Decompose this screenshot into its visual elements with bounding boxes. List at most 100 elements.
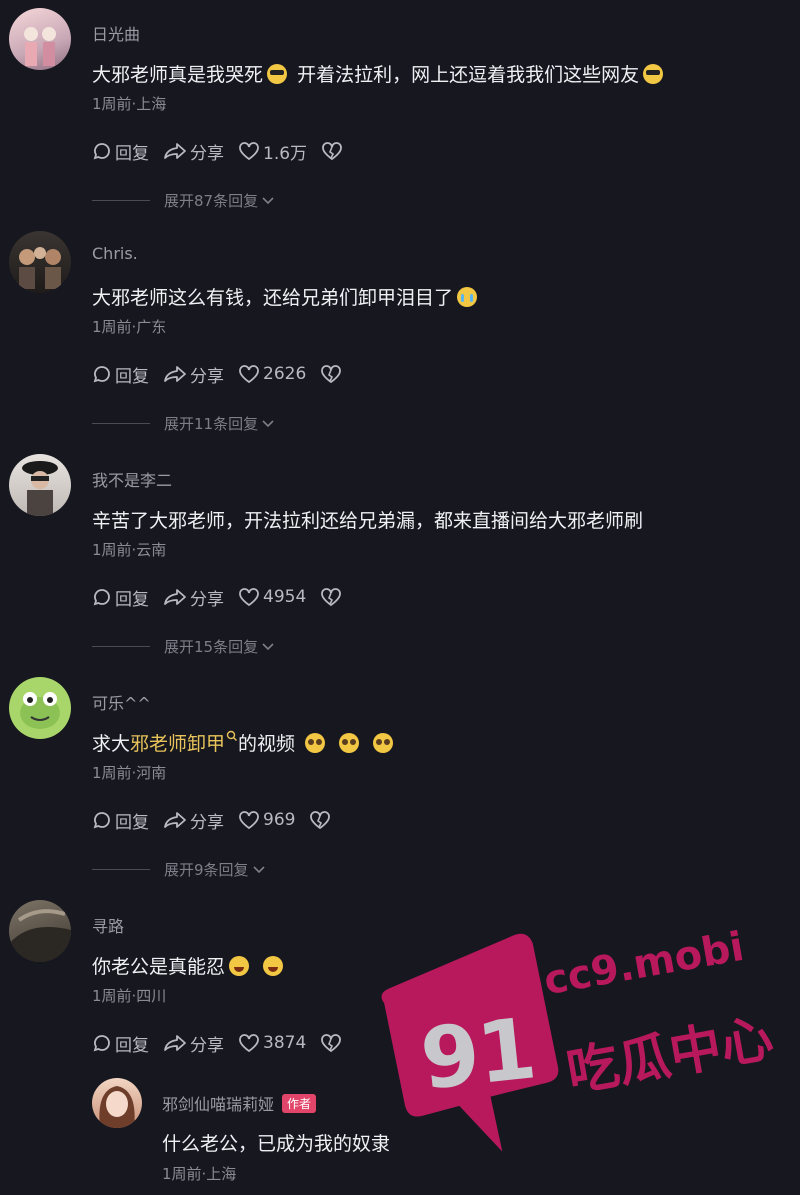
share-button[interactable]: 分享 — [163, 1031, 224, 1056]
comment-actions: 回复 分享 3874 — [92, 1031, 359, 1056]
comment-bubble-icon — [93, 589, 110, 606]
avatar[interactable] — [9, 454, 71, 516]
dislike-button[interactable] — [320, 364, 345, 384]
watermark-logo: 91 cc9.mobi 吃瓜中心 — [375, 905, 795, 1165]
avatar-image — [99, 1086, 135, 1128]
pleading-emoji-icon — [373, 733, 394, 753]
share-label: 分享 — [190, 143, 224, 164]
like-count: 1.6万 — [263, 143, 308, 164]
expand-replies-button[interactable]: 展开87条回复 — [92, 190, 275, 211]
reply-label: 回复 — [115, 1035, 149, 1056]
comment-text: 求大邪老师卸甲 的视频 — [92, 729, 397, 756]
expand-replies-button[interactable]: 展开15条回复 — [92, 636, 275, 657]
broken-heart-icon — [321, 588, 342, 607]
reply-label: 回复 — [115, 143, 149, 164]
heart-icon — [239, 588, 259, 607]
share-arrow-icon — [164, 589, 186, 605]
expand-label: 展开11条回复 — [164, 415, 259, 433]
share-label: 分享 — [190, 589, 224, 610]
like-button[interactable]: 4954 — [238, 587, 306, 607]
expand-replies-button[interactable]: 展开11条回复 — [92, 413, 275, 434]
like-count: 4954 — [263, 587, 307, 607]
comment-meta: 1周前·广东 — [92, 318, 167, 336]
reply-button[interactable]: 回复 — [92, 585, 149, 610]
comment-text-part: 辛苦了大邪老师，开法拉利还给兄弟漏，都来直播间给大邪老师刷 — [92, 510, 644, 532]
comment-username[interactable]: 寻路 — [92, 913, 124, 937]
dislike-button[interactable] — [320, 1033, 345, 1053]
like-button[interactable]: 969 — [238, 810, 295, 830]
expand-replies-button[interactable]: 展开9条回复 — [92, 859, 266, 880]
sunglasses-emoji-icon — [267, 64, 288, 84]
comment-username[interactable]: 日光曲 — [92, 21, 140, 45]
share-arrow-icon — [164, 812, 186, 828]
share-button[interactable]: 分享 — [163, 139, 224, 164]
heart-icon — [239, 811, 259, 830]
comment-actions: 回复 分享 4954 — [92, 585, 359, 610]
expand-label: 展开15条回复 — [164, 638, 259, 656]
crying-emoji-icon — [457, 287, 478, 307]
share-label: 分享 — [190, 1035, 224, 1056]
comment-text: 大邪老师这么有钱，还给兄弟们卸甲泪目了 — [92, 283, 481, 310]
share-arrow-icon — [164, 143, 186, 159]
chevron-down-icon — [252, 865, 265, 873]
reply-username[interactable]: 邪剑仙喵瑞莉娅 作者 — [162, 1091, 317, 1115]
avatar[interactable] — [9, 231, 71, 293]
comment-actions: 回复 分享 1.6万 — [92, 139, 360, 164]
chevron-down-icon — [262, 419, 274, 427]
highlighted-text: 邪老师卸甲 — [130, 733, 226, 755]
comment-username[interactable]: 可乐^^ — [92, 690, 151, 714]
like-button[interactable]: 1.6万 — [238, 139, 307, 164]
chevron-down-icon — [262, 196, 274, 204]
avatar[interactable] — [9, 8, 71, 70]
laughing-tears-emoji-icon — [229, 956, 250, 976]
comment-bubble-icon — [93, 366, 110, 383]
avatar[interactable] — [92, 1078, 142, 1128]
comment-bubble-icon — [93, 1035, 110, 1052]
comment-text: 你老公是真能忍 — [92, 952, 287, 979]
divider — [92, 646, 150, 647]
comment-meta: 1周前·河南 — [92, 764, 167, 782]
search-icon — [226, 730, 238, 741]
comment-text-part: 大邪老师真是我哭死 — [92, 64, 264, 86]
heart-icon — [239, 365, 259, 384]
comment-username[interactable]: Chris. — [92, 244, 138, 263]
divider — [92, 200, 150, 201]
comment-bubble-icon — [93, 143, 110, 160]
reply-button[interactable]: 回复 — [92, 362, 149, 387]
broken-heart-icon — [321, 1034, 342, 1053]
share-arrow-icon — [164, 1035, 186, 1051]
comment-username[interactable]: 我不是李二 — [92, 467, 172, 491]
share-label: 分享 — [190, 366, 224, 387]
author-badge: 作者 — [282, 1094, 317, 1113]
reply-username-text: 邪剑仙喵瑞莉娅 — [162, 1095, 275, 1114]
dislike-button[interactable] — [321, 141, 346, 161]
avatar-image — [22, 461, 58, 516]
reply-button[interactable]: 回复 — [92, 139, 149, 164]
like-button[interactable]: 2626 — [238, 364, 306, 384]
comment-meta: 1周前·云南 — [92, 541, 167, 559]
dislike-button[interactable] — [309, 810, 334, 830]
avatar-image — [20, 692, 60, 729]
reply-button[interactable]: 回复 — [92, 808, 149, 833]
comment-text-part: 求大 — [92, 733, 131, 755]
chevron-down-icon — [262, 642, 274, 650]
highlighted-search-link[interactable]: 邪老师卸甲 — [130, 730, 238, 755]
avatar[interactable] — [9, 900, 71, 962]
share-button[interactable]: 分享 — [163, 585, 224, 610]
share-button[interactable]: 分享 — [163, 362, 224, 387]
like-button[interactable]: 3874 — [238, 1033, 306, 1053]
comment-text-part: 开着法拉利，网上还逗着我我们这些网友 — [297, 64, 640, 86]
expand-label: 展开9条回复 — [164, 861, 249, 879]
comment-bubble-icon — [93, 812, 110, 829]
expand-label: 展开87条回复 — [164, 192, 259, 210]
share-button[interactable]: 分享 — [163, 808, 224, 833]
avatar-image — [19, 247, 61, 289]
comment-text-part: 你老公是真能忍 — [92, 956, 226, 978]
reply-label: 回复 — [115, 812, 149, 833]
broken-heart-icon — [321, 365, 342, 384]
broken-heart-icon — [322, 142, 342, 161]
reply-button[interactable]: 回复 — [92, 1031, 149, 1056]
comment-actions: 回复 分享 969 — [92, 808, 348, 833]
avatar[interactable] — [9, 677, 71, 739]
dislike-button[interactable] — [320, 587, 345, 607]
